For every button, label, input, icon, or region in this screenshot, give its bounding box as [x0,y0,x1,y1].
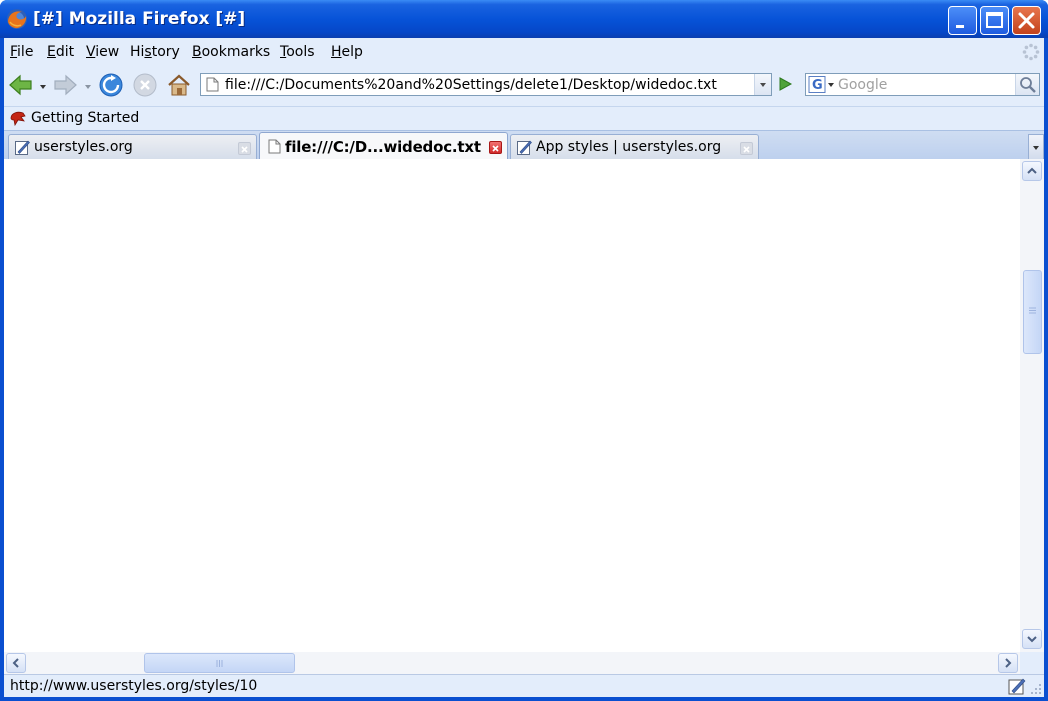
google-icon: G [808,76,834,93]
menu-bookmarks[interactable]: Bookmarks [192,44,270,60]
chevron-down-icon [760,83,766,87]
userstyles-favicon-icon [517,140,532,155]
search-engine-selector[interactable]: G [808,76,836,93]
browser-chrome: File Edit View History Bookmarks Tools H… [4,38,1044,160]
search-button[interactable] [1015,74,1039,95]
tab-userstyles[interactable]: userstyles.org [8,134,257,160]
url-input[interactable] [225,76,751,93]
menu-tools[interactable]: Tools [280,44,315,60]
scroll-left-button[interactable] [6,653,26,673]
forward-icon[interactable] [52,73,78,97]
window-border-right [1044,38,1048,701]
minimize-icon [956,25,964,28]
chevron-down-icon [1027,636,1037,643]
menu-bar: File Edit View History Bookmarks Tools H… [4,38,1044,66]
browser-window: [#] Mozilla Firefox [#] File Edit View H… [0,0,1048,701]
userstyles-favicon-icon [15,140,30,155]
close-tab-button[interactable] [740,142,753,155]
magnifier-icon [1020,77,1036,93]
chevron-right-icon [1005,658,1012,668]
close-icon [1018,12,1035,29]
window-title: [#] Mozilla Firefox [#] [33,9,246,29]
navigation-toolbar: G [4,68,1044,104]
url-bar[interactable] [200,73,772,96]
url-history-dropdown[interactable] [754,74,771,95]
scroll-up-button[interactable] [1022,161,1042,181]
vertical-scrollbar[interactable] [1020,159,1044,652]
close-icon [492,145,499,152]
throbber-icon [1022,43,1040,61]
close-tab-button[interactable] [238,142,251,155]
forward-history-dropdown[interactable] [85,85,91,89]
grip-icon [216,660,223,667]
close-icon [241,146,248,153]
stop-icon[interactable] [132,72,158,98]
home-icon[interactable] [166,72,192,98]
page-icon [206,77,219,92]
minimize-button[interactable] [948,6,977,35]
page-content[interactable] [4,159,1020,652]
menu-view[interactable]: View [86,44,119,60]
scrollbar-corner [1020,652,1044,674]
close-tab-button[interactable] [489,141,502,154]
tab-list-button[interactable] [1028,134,1044,159]
horizontal-scroll-thumb[interactable] [144,653,295,673]
bookmark-getting-started-icon [10,111,26,126]
status-bar: http://www.userstyles.org/styles/10 [4,674,1044,697]
back-icon[interactable] [8,73,34,97]
back-history-dropdown[interactable] [40,85,46,89]
menu-help[interactable]: Help [331,44,363,60]
tab-bar: userstyles.org file:///C:/D...widedoc.tx… [4,130,1044,160]
firefox-icon [7,9,27,29]
chevron-down-icon [1033,146,1039,150]
menu-file[interactable]: File [10,44,33,60]
maximize-button[interactable] [980,6,1009,35]
menu-history[interactable]: History [130,44,180,60]
stylish-icon[interactable] [1008,677,1026,695]
chevron-left-icon [12,658,19,668]
grip-icon [1029,307,1036,314]
go-icon[interactable] [777,76,793,92]
search-box[interactable]: G [805,73,1040,96]
horizontal-scrollbar[interactable] [4,652,1020,674]
page-icon [268,139,281,154]
close-icon [743,146,750,153]
scroll-down-button[interactable] [1022,629,1042,649]
bookmarks-toolbar: Getting Started [4,106,1044,130]
title-bar[interactable]: [#] Mozilla Firefox [#] [0,0,1048,38]
chevron-up-icon [1027,167,1037,174]
menu-edit[interactable]: Edit [47,44,74,60]
svg-text:G: G [812,78,823,93]
close-window-button[interactable] [1012,6,1041,35]
scroll-right-button[interactable] [998,653,1018,673]
tab-app-styles[interactable]: App styles | userstyles.org [510,134,759,160]
status-text: http://www.userstyles.org/styles/10 [10,678,258,694]
maximize-icon [986,12,1003,28]
reload-icon[interactable] [98,72,124,98]
vertical-scroll-thumb[interactable] [1023,270,1042,354]
window-border-bottom [0,697,1048,701]
search-input[interactable] [838,76,1010,93]
resize-grip-icon[interactable] [1030,683,1042,695]
tab-widedoc[interactable]: file:///C:/D...widedoc.txt [259,132,508,160]
